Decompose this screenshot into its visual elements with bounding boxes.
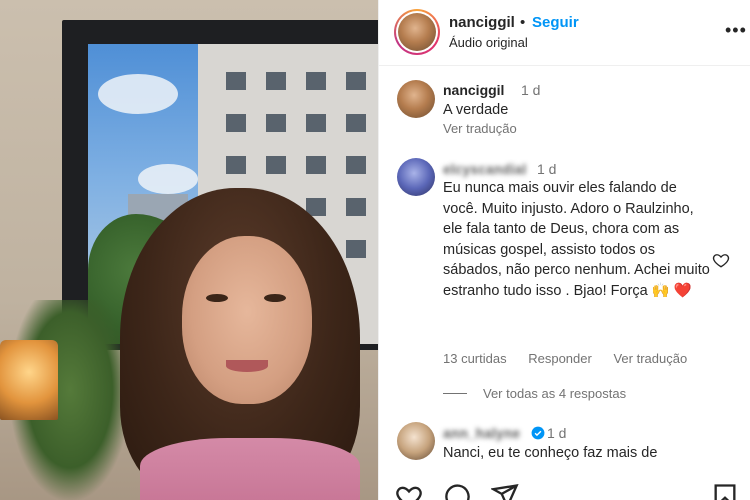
view-replies-label: Ver todas as 4 respostas <box>483 386 627 401</box>
post-header: nanciggil • Seguir Áudio original ••• <box>379 0 750 66</box>
follow-button[interactable]: Seguir <box>532 14 579 31</box>
comment-icon[interactable] <box>443 482 471 500</box>
video-lamp <box>0 340 58 420</box>
comment-time: 1 d <box>537 161 557 177</box>
author-avatar[interactable] <box>394 9 440 55</box>
heart-outline-icon[interactable] <box>712 251 730 269</box>
reel-video[interactable] <box>0 0 378 500</box>
commenter-avatar[interactable] <box>397 80 435 118</box>
comment-text: Nanci, eu te conheço faz mais de <box>443 445 658 461</box>
replies-divider <box>443 393 467 394</box>
commenter-username[interactable]: elcyscandial <box>443 161 526 177</box>
bookmark-icon[interactable] <box>711 482 739 500</box>
commenter-avatar[interactable] <box>397 158 435 196</box>
video-person <box>120 188 378 500</box>
translate-link[interactable]: Ver tradução <box>443 121 517 136</box>
heart-outline-icon[interactable] <box>395 482 423 500</box>
commenter-username[interactable]: nanciggil <box>443 82 504 98</box>
commenter-username[interactable]: ann_halyne <box>443 425 520 441</box>
reply-button[interactable]: Responder <box>528 351 592 366</box>
more-options-icon[interactable]: ••• <box>725 20 747 41</box>
verified-badge-icon <box>531 426 545 440</box>
comment-text: Eu nunca mais ouvir eles falando de você… <box>443 180 710 299</box>
post-actions-bar <box>379 482 750 500</box>
send-icon[interactable] <box>491 482 519 500</box>
header-separator: • <box>520 14 526 31</box>
comment-time: 1 d <box>547 425 567 441</box>
comment-meta: 13 curtidas Responder Ver tradução <box>443 351 705 366</box>
post-side-panel: nanciggil • Seguir Áudio original ••• na… <box>378 0 750 500</box>
translate-link[interactable]: Ver tradução <box>613 351 687 366</box>
commenter-avatar[interactable] <box>397 422 435 460</box>
view-replies-button[interactable]: Ver todas as 4 respostas <box>443 386 626 401</box>
like-count[interactable]: 13 curtidas <box>443 351 507 366</box>
audio-label[interactable]: Áudio original <box>449 35 528 50</box>
author-username[interactable]: nanciggil <box>449 14 515 31</box>
comment-text: A verdade <box>443 102 509 118</box>
comment-time: 1 d <box>521 82 541 98</box>
